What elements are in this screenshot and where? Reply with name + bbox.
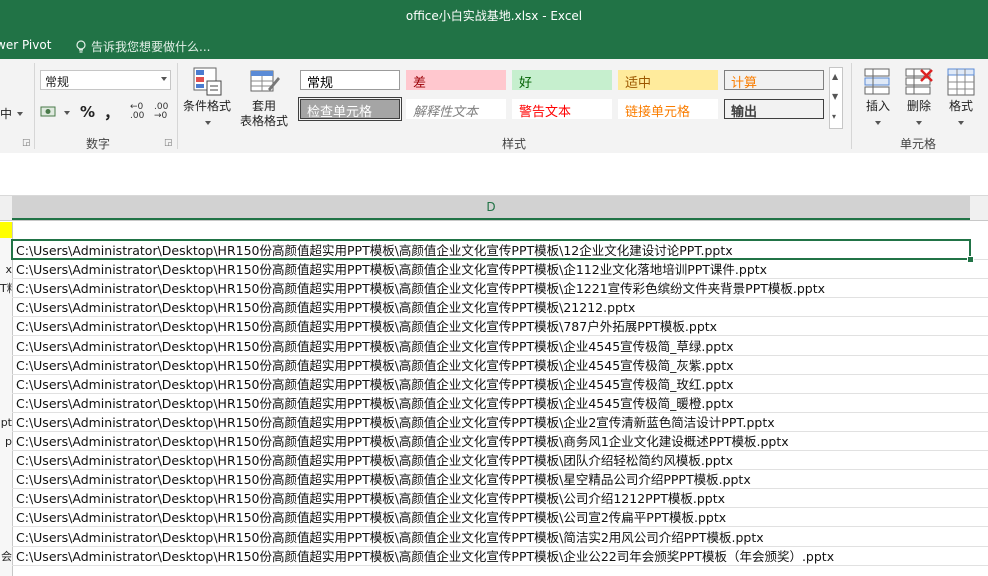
row-header-fragment: [0, 394, 12, 413]
format-label: 格式: [948, 99, 973, 113]
tell-me-search[interactable]: 告诉我您想要做什么...: [75, 38, 210, 55]
style-good[interactable]: 好: [512, 70, 612, 90]
row-header-fragment: [0, 317, 12, 336]
format-cells-button[interactable]: 格式: [940, 65, 982, 131]
dialog-launcher-icon[interactable]: ◲: [22, 138, 31, 148]
active-cell-border: [11, 239, 971, 260]
title-bar: office小白实战基地.xlsx - Excel: [0, 0, 988, 33]
group-divider: [177, 63, 178, 149]
table-row[interactable]: C:\Users\Administrator\Desktop\HR150份高颜值…: [12, 508, 988, 528]
table-row[interactable]: C:\Users\Administrator\Desktop\HR150份高颜值…: [12, 451, 988, 471]
row-header-fragment: pt: [0, 415, 12, 429]
style-bad[interactable]: 差: [406, 70, 506, 90]
conditional-formatting-button[interactable]: 条件格式: [180, 65, 234, 131]
delete-cells-button[interactable]: 删除: [899, 65, 939, 131]
insert-label: 插入: [865, 99, 890, 113]
group-divider: [34, 63, 35, 149]
row-header-fragment: [0, 508, 12, 527]
decrease-decimal-button[interactable]: .00 →0: [154, 103, 172, 121]
table-row[interactable]: C:\Users\Administrator\Desktop\HR150份高颜值…: [12, 298, 988, 318]
conditional-formatting-icon: [193, 67, 222, 96]
row-header-fragment: [0, 489, 12, 508]
style-output[interactable]: 输出: [724, 99, 824, 119]
row-header-fragment: [0, 298, 12, 317]
table-row[interactable]: C:\Users\Administrator\Desktop\HR150份高颜值…: [12, 528, 988, 547]
style-explanatory-text[interactable]: 解释性文本: [406, 99, 506, 119]
gallery-expand-icon[interactable]: ▾: [832, 112, 836, 121]
accounting-format-button[interactable]: [40, 103, 70, 123]
number-format-combo[interactable]: 常规: [40, 70, 171, 90]
style-normal[interactable]: 常规: [300, 70, 400, 90]
delete-cells-icon: [905, 68, 933, 95]
formula-bar[interactable]: [0, 153, 988, 196]
fill-handle[interactable]: [967, 256, 974, 263]
format-as-table-button[interactable]: 套用 表格格式: [234, 65, 294, 131]
tab-power-pivot[interactable]: wer Pivot: [0, 38, 51, 52]
style-calculation[interactable]: 计算: [724, 70, 824, 90]
format-cells-icon: [947, 68, 975, 96]
row-header-fragment: [0, 528, 12, 547]
row-header-fragment: [0, 451, 12, 470]
insert-cells-icon: [864, 68, 890, 95]
chevron-down-icon[interactable]: ▼: [832, 92, 838, 101]
table-row[interactable]: C:\Users\Administrator\Desktop\HR150份高颜值…: [12, 317, 988, 337]
row-header-fragment: T料: [0, 282, 12, 296]
row-header-fragment: [0, 356, 12, 375]
delete-label: 删除: [906, 99, 931, 113]
table-row[interactable]: C:\Users\Administrator\Desktop\HR150份高颜值…: [12, 413, 988, 432]
column-header-d[interactable]: D: [12, 196, 970, 220]
alignment-partial-label[interactable]: 中: [0, 105, 12, 122]
styles-group-label: 样式: [502, 137, 527, 151]
chevron-up-icon[interactable]: ▲: [832, 72, 838, 81]
table-row[interactable]: C:\Users\Administrator\Desktop\HR150份高颜值…: [12, 394, 988, 413]
style-warning-text[interactable]: 警告文本: [512, 99, 612, 119]
chevron-down-icon[interactable]: [17, 112, 23, 116]
tell-me-label: 告诉我您想要做什么...: [91, 40, 211, 54]
row-header-fragment: [0, 470, 12, 489]
comma-style-button[interactable]: ，: [104, 99, 120, 123]
table-row[interactable]: C:\Users\Administrator\Desktop\HR150份高颜值…: [12, 489, 988, 509]
table-row[interactable]: C:\Users\Administrator\Desktop\HR150份高颜值…: [12, 337, 988, 356]
table-row[interactable]: C:\Users\Administrator\Desktop\HR150份高颜值…: [12, 279, 988, 299]
style-linked-cell[interactable]: 链接单元格: [618, 99, 718, 119]
row-header-fragment: p: [5, 435, 12, 448]
table-row[interactable]: C:\Users\Administrator\Desktop\HR150份高颜值…: [12, 356, 988, 375]
increase-decimal-button[interactable]: ←0 .00: [130, 103, 148, 121]
table-row[interactable]: C:\Users\Administrator\Desktop\HR150份高颜值…: [12, 432, 988, 451]
table-row[interactable]: C:\Users\Administrator\Desktop\HR150份高颜值…: [12, 375, 988, 394]
dialog-launcher-icon[interactable]: ◲: [164, 138, 173, 148]
chevron-down-icon[interactable]: [161, 77, 167, 81]
conditional-formatting-label: 条件格式: [182, 99, 231, 113]
group-divider: [851, 63, 852, 149]
row-header-fragment: 会: [1, 549, 12, 563]
format-as-table-label-1: 套用: [251, 99, 276, 113]
ribbon: 中 ◲ 常规 % ， ←0 .00 .00 →0 数字 ◲ 条件格式 套用 表格…: [0, 59, 988, 154]
row-header-fragment: [0, 337, 12, 356]
number-group-label: 数字: [86, 137, 111, 151]
percent-style-button[interactable]: %: [80, 103, 95, 121]
table-row[interactable]: C:\Users\Administrator\Desktop\HR150份高颜值…: [12, 547, 988, 566]
lightbulb-icon: [76, 39, 86, 53]
number-format-value: 常规: [45, 75, 70, 89]
style-neutral[interactable]: 适中: [618, 70, 718, 90]
currency-icon: [40, 106, 56, 117]
highlighted-cell[interactable]: [0, 222, 12, 238]
format-as-table-label-2: 表格格式: [239, 114, 288, 128]
cells-group-label: 单元格: [900, 137, 937, 151]
insert-cells-button[interactable]: 插入: [858, 65, 898, 131]
cell-styles-gallery: 常规 差 好 适中 计算 检查单元格 解释性文本 警告文本 链接单元格 输出: [296, 67, 828, 127]
format-as-table-icon: [250, 70, 280, 92]
window-title: office小白实战基地.xlsx - Excel: [405, 9, 583, 23]
ribbon-tab-row: wer Pivot 告诉我您想要做什么...: [0, 33, 988, 59]
table-row[interactable]: C:\Users\Administrator\Desktop\HR150份高颜值…: [12, 260, 988, 280]
table-row[interactable]: C:\Users\Administrator\Desktop\HR150份高颜值…: [12, 470, 988, 490]
row-header-fragment: x: [5, 263, 12, 277]
row-header-fragment: [0, 375, 12, 394]
style-check-cell[interactable]: 检查单元格: [298, 97, 402, 121]
gallery-scrollbar[interactable]: ▲ ▼ ▾: [829, 67, 843, 129]
